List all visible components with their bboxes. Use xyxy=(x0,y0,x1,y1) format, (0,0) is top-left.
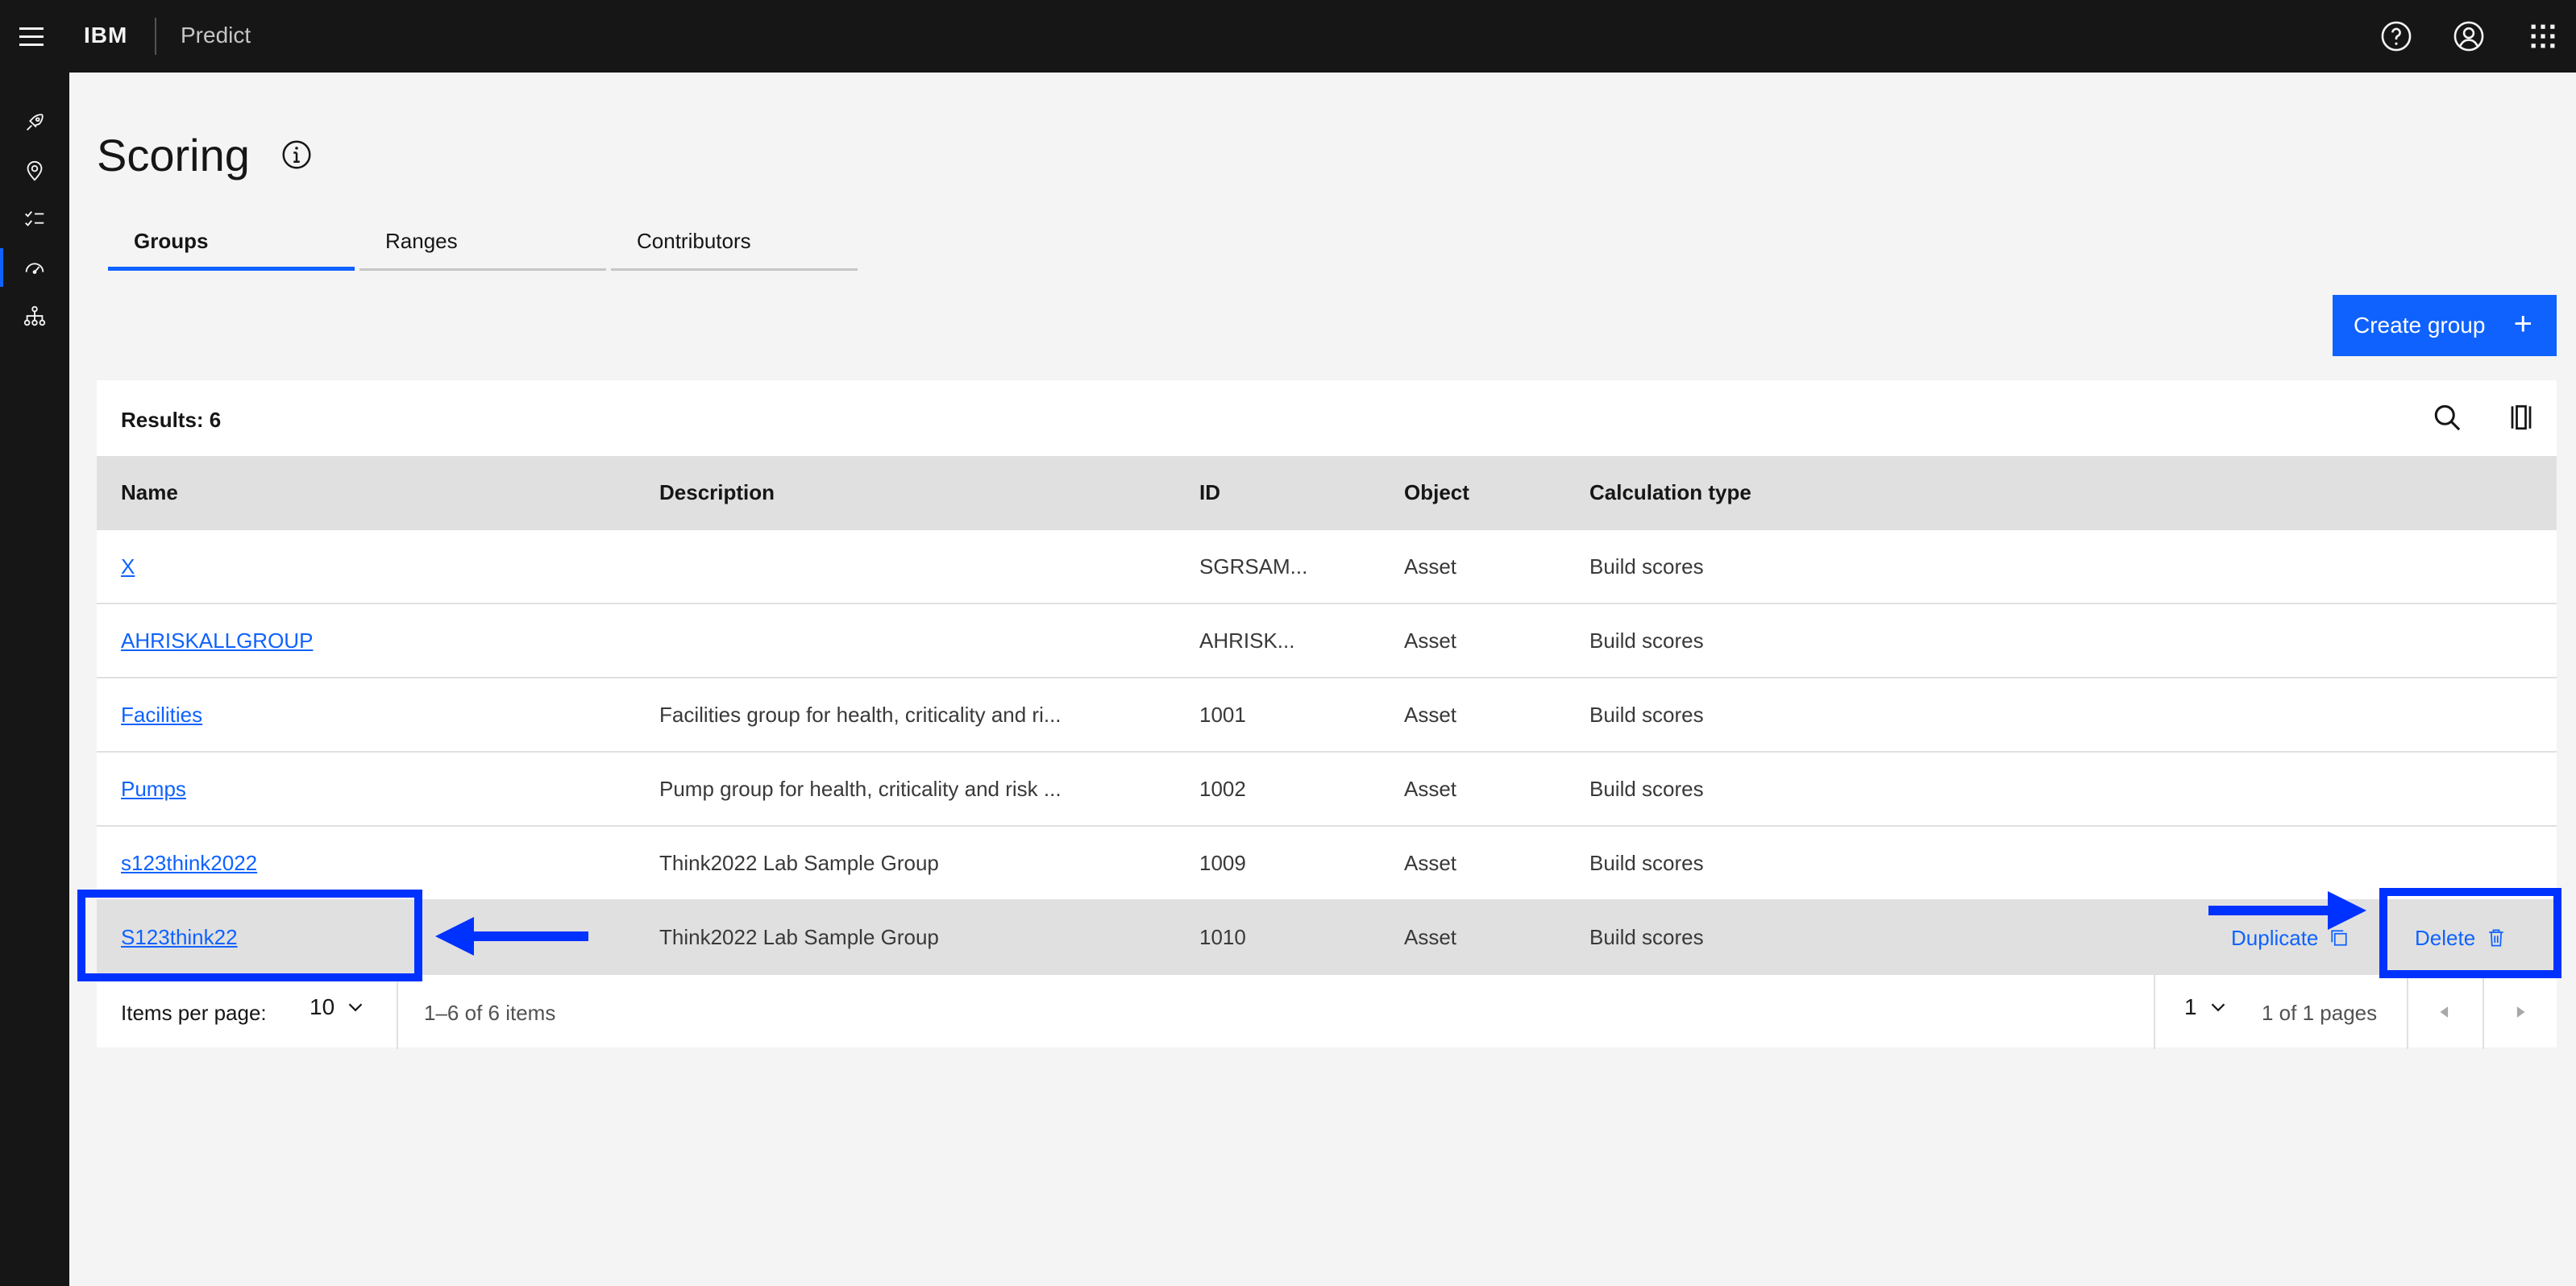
table-row[interactable]: Pumps Pump group for health, criticality… xyxy=(97,753,2557,827)
next-page-button[interactable] xyxy=(2484,975,2557,1049)
pager-divider xyxy=(2154,975,2155,1049)
scoring-gauge-icon[interactable] xyxy=(0,245,69,290)
row-id: 1001 xyxy=(1199,703,1246,727)
row-name-link[interactable]: s123think2022 xyxy=(121,851,257,876)
row-id: 1002 xyxy=(1199,777,1246,801)
column-header-object[interactable]: Object xyxy=(1404,480,1469,505)
row-calculation-type: Build scores xyxy=(1589,628,1704,653)
side-nav-rail xyxy=(0,73,69,1286)
annotation-arrow-right xyxy=(2208,891,2366,930)
app-switcher-icon[interactable] xyxy=(2526,19,2560,53)
tab-list: Groups Ranges Contributors xyxy=(108,219,858,271)
annotation-arrow-left xyxy=(435,917,588,956)
items-per-page-select[interactable]: 10 xyxy=(310,994,365,1020)
chevron-down-icon xyxy=(348,1003,363,1012)
page-title: Scoring xyxy=(97,130,250,180)
create-group-label: Create group xyxy=(2354,313,2486,338)
table-row[interactable]: AHRISKALLGROUP AHRISK... Asset Build sco… xyxy=(97,604,2557,678)
top-header: IBM Predict xyxy=(0,0,2576,73)
tab-contributors[interactable]: Contributors xyxy=(611,219,858,271)
row-object: Asset xyxy=(1404,925,1457,949)
row-name-link[interactable]: X xyxy=(121,554,135,579)
row-id: 1009 xyxy=(1199,851,1246,875)
help-icon[interactable] xyxy=(2379,19,2413,53)
row-calculation-type: Build scores xyxy=(1589,554,1704,579)
row-calculation-type: Build scores xyxy=(1589,851,1704,875)
items-per-page-label: Items per page: xyxy=(121,1001,267,1025)
overview-icon[interactable] xyxy=(0,100,69,145)
row-object: Asset xyxy=(1404,777,1457,801)
header-divider xyxy=(155,18,156,55)
row-id: 1010 xyxy=(1199,925,1246,949)
pager-divider xyxy=(397,975,398,1049)
row-object: Asset xyxy=(1404,554,1457,579)
row-name-link[interactable]: Pumps xyxy=(121,777,186,802)
previous-page-button[interactable] xyxy=(2408,975,2481,1049)
table-row[interactable]: X SGRSAM... Asset Build scores xyxy=(97,530,2557,604)
column-settings-icon[interactable] xyxy=(2503,400,2539,435)
caret-right-icon xyxy=(2516,1006,2525,1018)
caret-left-icon xyxy=(2440,1006,2449,1018)
tab-groups[interactable]: Groups xyxy=(108,219,355,271)
items-range: 1–6 of 6 items xyxy=(424,1001,556,1025)
pagination: Items per page: 10 1–6 of 6 items 1 1 of… xyxy=(97,973,2557,1049)
hierarchy-icon[interactable] xyxy=(0,293,69,338)
row-description: Think2022 Lab Sample Group xyxy=(659,925,939,949)
items-per-page-value: 10 xyxy=(310,994,335,1019)
annotation-highlight-delete xyxy=(2379,888,2561,978)
row-calculation-type: Build scores xyxy=(1589,925,1704,949)
row-id: SGRSAM... xyxy=(1199,554,1308,579)
column-header-description[interactable]: Description xyxy=(659,480,775,505)
row-object: Asset xyxy=(1404,851,1457,875)
column-header-calculation-type[interactable]: Calculation type xyxy=(1589,480,1751,505)
info-icon[interactable] xyxy=(280,139,313,171)
row-calculation-type: Build scores xyxy=(1589,777,1704,801)
results-count: Results: 6 xyxy=(121,408,222,432)
table-toolbar: Results: 6 xyxy=(97,380,2557,456)
row-calculation-type: Build scores xyxy=(1589,703,1704,727)
checklist-icon[interactable] xyxy=(0,197,69,242)
chevron-down-icon xyxy=(2211,1003,2225,1012)
table-row[interactable]: Facilities Facilities group for health, … xyxy=(97,678,2557,753)
plus-icon: + xyxy=(2513,306,2532,342)
table-row[interactable]: s123think2022 Think2022 Lab Sample Group… xyxy=(97,827,2557,901)
menu-icon[interactable] xyxy=(16,21,47,52)
tab-ranges[interactable]: Ranges xyxy=(359,219,606,271)
user-icon[interactable] xyxy=(2452,19,2486,53)
row-description: Pump group for health, criticality and r… xyxy=(659,777,1062,801)
search-icon[interactable] xyxy=(2429,400,2465,435)
location-icon[interactable] xyxy=(0,148,69,193)
annotation-highlight-name xyxy=(77,890,422,981)
column-header-name[interactable]: Name xyxy=(121,480,178,505)
create-group-button[interactable]: Create group + xyxy=(2333,295,2557,356)
row-description: Facilities group for health, criticality… xyxy=(659,703,1062,727)
page-of-pages: 1 of 1 pages xyxy=(2262,1001,2378,1025)
row-id: AHRISK... xyxy=(1199,628,1295,653)
page-value: 1 xyxy=(2184,994,2197,1019)
brand-name[interactable]: IBM xyxy=(84,23,127,48)
column-header-id[interactable]: ID xyxy=(1199,480,1220,505)
row-object: Asset xyxy=(1404,628,1457,653)
row-name-link[interactable]: AHRISKALLGROUP xyxy=(121,628,313,653)
table-header: Name Description ID Object Calculation t… xyxy=(97,456,2557,530)
row-object: Asset xyxy=(1404,703,1457,727)
row-description: Think2022 Lab Sample Group xyxy=(659,851,939,875)
row-name-link[interactable]: Facilities xyxy=(121,703,202,728)
page-select[interactable]: 1 xyxy=(2184,994,2228,1020)
product-name: Predict xyxy=(181,23,251,48)
